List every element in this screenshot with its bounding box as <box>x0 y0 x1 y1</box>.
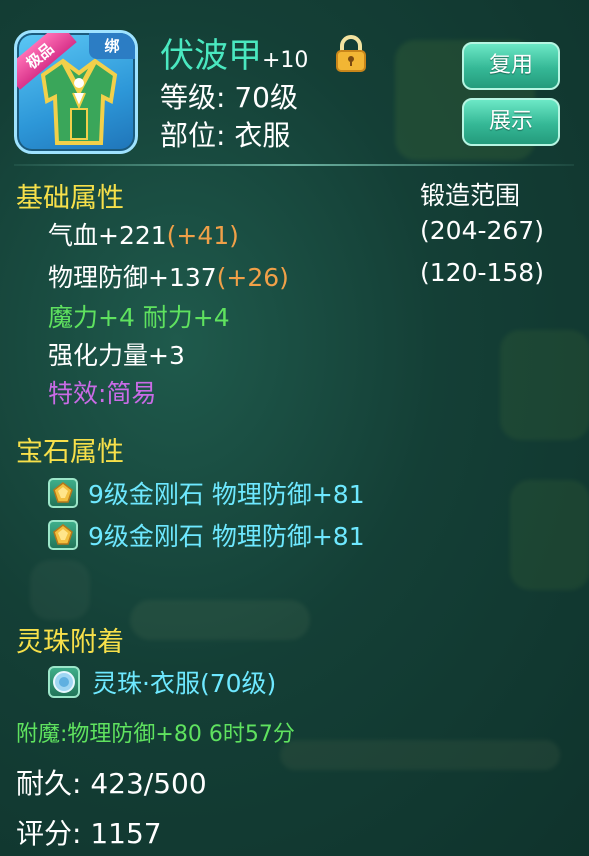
gem-row: 9级金刚石 物理防御+81 <box>48 476 365 510</box>
item-name: 伏波甲+10 <box>160 28 308 77</box>
lock-icon[interactable] <box>334 34 368 74</box>
spirit-orb-title: 灵珠附着 <box>16 627 124 658</box>
defense-base: 物理防御+137 <box>48 263 217 292</box>
armor-icon <box>40 58 118 145</box>
item-name-text: 伏波甲 <box>160 36 262 76</box>
spirit-orb-row: 灵珠·衣服(70级) <box>48 664 276 700</box>
hp-base: 气血+221 <box>48 221 167 250</box>
show-button[interactable]: 展示 <box>462 98 560 146</box>
enchant-info: 附魔:物理防御+80 6时57分 <box>16 722 295 747</box>
item-level: 等级: 70级 <box>160 81 298 114</box>
item-icon: 极品 绑 <box>14 30 138 154</box>
bind-badge: 绑 <box>89 33 135 59</box>
defense-forge-range: (120-158) <box>420 258 544 287</box>
defense-attribute: 物理防御+137(+26) <box>48 258 289 294</box>
forge-range-title: 锻造范围 <box>420 181 521 210</box>
header-divider <box>14 164 574 166</box>
gem-row: 9级金刚石 物理防御+81 <box>48 518 365 552</box>
gem-attributes-title: 宝石属性 <box>16 437 124 468</box>
strengthen-attribute: 强化力量+3 <box>48 341 185 370</box>
durability: 耐久: 423/500 <box>16 767 207 800</box>
basic-attributes-title: 基础属性 <box>16 183 124 214</box>
score: 评分: 1157 <box>16 817 162 850</box>
hp-forge-range: (204-267) <box>420 216 544 245</box>
special-effect: 特效:简易 <box>48 379 157 408</box>
equipment-tooltip-panel: 极品 绑 伏波甲+10 等级: 70级 部位: 衣服 复用 展示 基础属性 锻造… <box>0 0 589 856</box>
spirit-orb-text: 灵珠·衣服(70级) <box>92 669 277 698</box>
item-enhance-level: +10 <box>262 48 309 73</box>
extra-attributes: 魔力+4 耐力+4 <box>48 303 230 332</box>
item-slot: 部位: 衣服 <box>160 119 291 152</box>
hp-bonus: (+41) <box>166 221 239 250</box>
hp-attribute: 气血+221(+41) <box>48 216 239 252</box>
reuse-button[interactable]: 复用 <box>462 42 560 90</box>
defense-bonus: (+26) <box>216 263 289 292</box>
diamond-gem-icon <box>48 520 78 550</box>
gem-text: 9级金刚石 物理防御+81 <box>88 480 365 509</box>
diamond-gem-icon <box>48 478 78 508</box>
gem-text: 9级金刚石 物理防御+81 <box>88 522 365 551</box>
spirit-orb-icon <box>48 666 80 698</box>
